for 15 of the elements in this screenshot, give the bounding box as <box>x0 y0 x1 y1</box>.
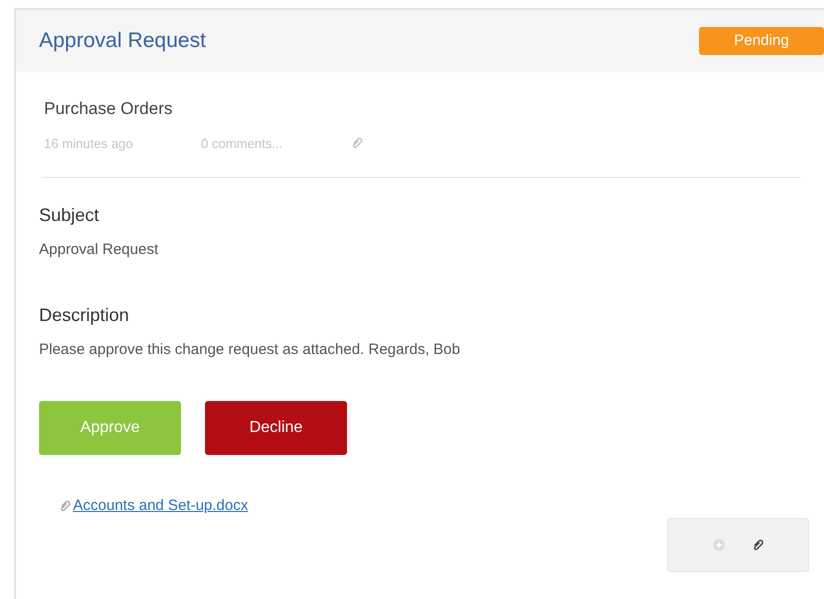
paperclip-icon <box>351 136 363 150</box>
section-text: Please approve this change request as attached. Regards, Bob <box>39 340 462 360</box>
item-category: Purchase Orders <box>44 98 174 120</box>
decline-button[interactable]: Decline <box>205 401 347 455</box>
attachment-link[interactable]: Accounts and Set-up.docx <box>73 495 248 518</box>
add-icon[interactable] <box>712 538 726 552</box>
status-badge: Pending <box>699 27 824 55</box>
paperclip-icon <box>752 538 764 552</box>
comments-count: 0 comments... <box>201 134 284 152</box>
section-heading: Description <box>39 304 130 327</box>
item-time: 16 minutes ago <box>44 134 134 153</box>
paperclip-icon <box>59 499 71 514</box>
section-text: Approval Request <box>39 240 160 260</box>
card-title: Approval Request <box>39 28 206 54</box>
section-heading: Subject <box>39 204 100 227</box>
